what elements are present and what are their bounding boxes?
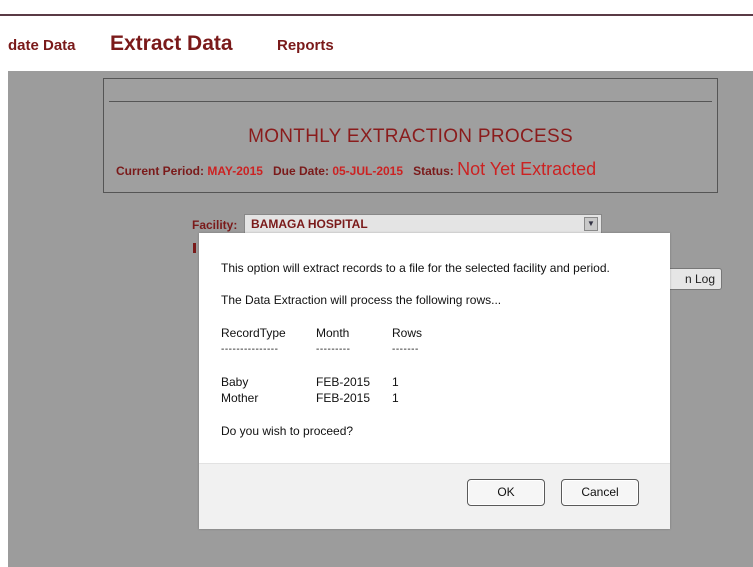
chevron-down-icon[interactable]: ▼	[584, 217, 598, 231]
period-panel: MONTHLY EXTRACTION PROCESS Current Perio…	[103, 78, 718, 193]
facility-select[interactable]: BAMAGA HOSPITAL ▼	[244, 214, 602, 234]
nav-update-data[interactable]: date Data	[8, 37, 76, 54]
column-header-month: Month	[316, 326, 350, 340]
facility-selected-value: BAMAGA HOSPITAL	[251, 217, 368, 231]
row-recordtype: Mother	[221, 391, 259, 405]
status-value: Not Yet Extracted	[457, 159, 597, 179]
row-recordtype: Baby	[221, 375, 249, 389]
nav-bar: date Data Extract Data Reports	[0, 16, 753, 71]
nav-extract-data[interactable]: Extract Data	[110, 32, 233, 56]
dialog-question: Do you wish to proceed?	[221, 424, 354, 438]
page-title: MONTHLY EXTRACTION PROCESS	[248, 126, 573, 147]
row-month: FEB-2015	[316, 375, 371, 389]
current-period-label: Current Period:	[116, 164, 205, 178]
ok-button[interactable]: OK	[467, 479, 545, 506]
top-bar	[0, 0, 753, 16]
current-period-value: MAY-2015	[207, 164, 263, 178]
confirm-dialog: This option will extract records to a fi…	[199, 233, 670, 529]
header-underline: -------	[392, 344, 419, 355]
header-underline: ---------	[316, 344, 351, 355]
dialog-footer: OK Cancel	[199, 463, 670, 529]
column-header-rows: Rows	[392, 326, 423, 340]
row-count: 1	[392, 375, 399, 389]
period-divider	[109, 101, 712, 102]
hidden-label-stub	[193, 243, 196, 253]
cancel-button[interactable]: Cancel	[561, 479, 639, 506]
nav-reports[interactable]: Reports	[277, 37, 334, 54]
dialog-message: This option will extract records to a fi…	[221, 261, 610, 275]
due-date-value: 05-JUL-2015	[332, 164, 404, 178]
row-month: FEB-2015	[316, 391, 371, 405]
dialog-intro: The Data Extraction will process the fol…	[221, 293, 502, 307]
header-underline: ---------------	[221, 344, 279, 355]
row-count: 1	[392, 391, 399, 405]
facility-label: Facility:	[192, 218, 238, 232]
status-label: Status:	[413, 164, 454, 178]
period-info: Current Period: MAY-2015 Due Date: 05-JU…	[116, 159, 596, 180]
column-header-recordtype: RecordType	[221, 326, 286, 340]
due-date-label: Due Date:	[272, 164, 329, 178]
